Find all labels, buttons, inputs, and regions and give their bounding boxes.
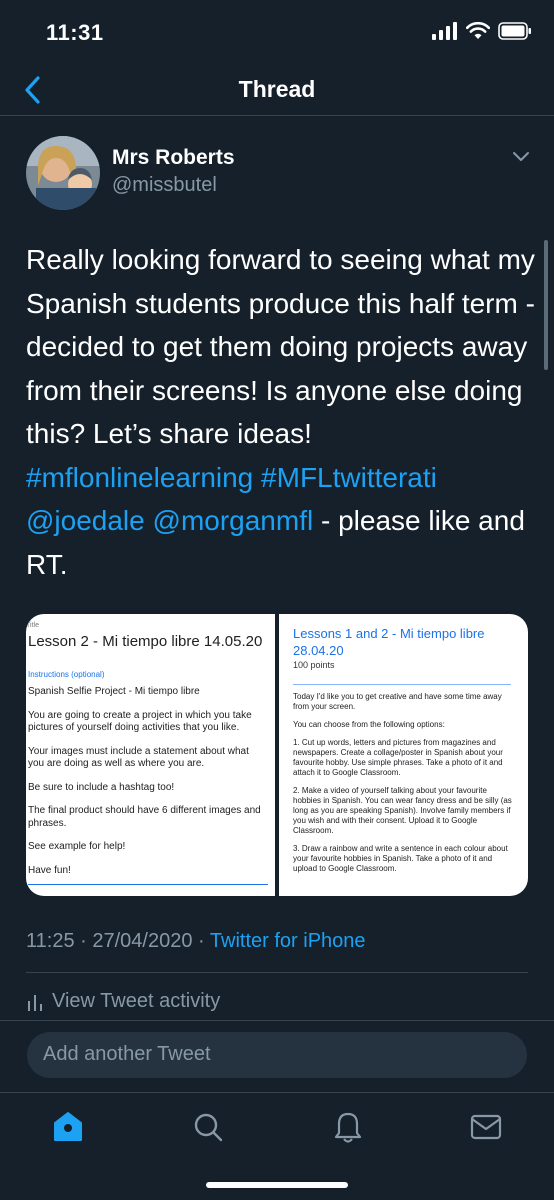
chevron-down-icon[interactable]: [512, 150, 530, 164]
mention-link[interactable]: @joedale: [26, 505, 145, 536]
card-field-label: Title: [26, 622, 39, 629]
author-handle[interactable]: @missbutel: [112, 174, 217, 197]
hashtag-link[interactable]: #mflonlinelearning: [26, 462, 253, 493]
hashtag-link[interactable]: #MFLtwitterati: [261, 462, 437, 493]
tweet-media: Title Lesson 2 - Mi tiempo libre 14.05.2…: [26, 614, 528, 896]
card-paragraph: See example for help!: [28, 841, 126, 852]
scrollbar[interactable]: [544, 240, 548, 370]
mention-link[interactable]: @morganmfl: [153, 505, 314, 536]
card-title: Lessons 1 and 2 - Mi tiempo libre 28.04.…: [293, 626, 485, 658]
card-instructions-label: Instructions (optional): [28, 670, 105, 679]
author-name[interactable]: Mrs Roberts: [112, 146, 235, 170]
page-title: Thread: [238, 76, 316, 102]
media-image-right[interactable]: Lessons 1 and 2 - Mi tiempo libre 28.04.…: [279, 614, 528, 896]
card-divider: [293, 684, 511, 685]
card-divider: [28, 884, 268, 885]
nav-bar: Thread: [0, 64, 554, 116]
media-image-left[interactable]: Title Lesson 2 - Mi tiempo libre 14.05.2…: [26, 614, 275, 896]
status-bar: 11:31: [0, 0, 554, 64]
battery-icon: [498, 22, 531, 40]
card-paragraph: You can choose from the following option…: [293, 720, 445, 729]
separator-dot: ·: [198, 930, 205, 952]
tweet-source-link[interactable]: Twitter for iPhone: [210, 930, 366, 952]
mail-icon[interactable]: [466, 1107, 506, 1147]
card-body: Today I'd like you to get creative and h…: [293, 692, 513, 882]
avatar[interactable]: [26, 136, 100, 210]
status-icons: [432, 22, 532, 40]
card-paragraph: Your images must include a statement abo…: [28, 745, 249, 770]
reply-input[interactable]: Add another Tweet: [27, 1032, 527, 1078]
tweet-body: Really looking forward to seeing what my…: [26, 244, 535, 449]
separator-dot: ·: [80, 930, 87, 952]
bell-icon[interactable]: [328, 1107, 368, 1147]
card-paragraph: Today I'd like you to get creative and h…: [293, 692, 502, 711]
card-paragraph: 1. Cut up words, letters and pictures fr…: [293, 738, 503, 777]
card-paragraph: Be sure to include a hashtag too!: [28, 781, 175, 793]
home-indicator: [206, 1182, 348, 1188]
tweet-text: Really looking forward to seeing what my…: [26, 238, 536, 586]
card-title: Lesson 2 - Mi tiempo libre 14.05.20: [28, 633, 263, 650]
tweet-date: 27/04/2020: [92, 930, 193, 952]
search-icon[interactable]: [188, 1107, 228, 1147]
card-paragraph: You are going to create a project in whi…: [28, 709, 252, 734]
status-time: 11:31: [46, 20, 104, 45]
view-activity-button[interactable]: View Tweet activity: [28, 990, 220, 1013]
wifi-icon: [466, 22, 490, 39]
signal-icon: [432, 22, 457, 40]
divider: [26, 972, 528, 973]
card-body: Spanish Selfie Project - Mi tiempo libre…: [28, 686, 266, 888]
card-paragraph: 3. Draw a rainbow and write a sentence i…: [293, 844, 508, 873]
view-activity-label: View Tweet activity: [52, 990, 221, 1012]
card-points: 100 points: [293, 660, 335, 670]
home-icon[interactable]: [48, 1107, 88, 1147]
card-paragraph: Spanish Selfie Project - Mi tiempo libre: [28, 686, 200, 697]
tweet-time: 11:25: [26, 930, 75, 952]
tweet-timestamp: 11:25 · 27/04/2020 · Twitter for iPhone: [26, 930, 366, 953]
bar-chart-icon: [28, 994, 42, 1011]
card-paragraph: Have fun!: [28, 864, 71, 876]
card-paragraph: The final product should have 6 differen…: [28, 805, 261, 829]
card-paragraph: 2. Make a video of yourself talking abou…: [293, 786, 512, 835]
